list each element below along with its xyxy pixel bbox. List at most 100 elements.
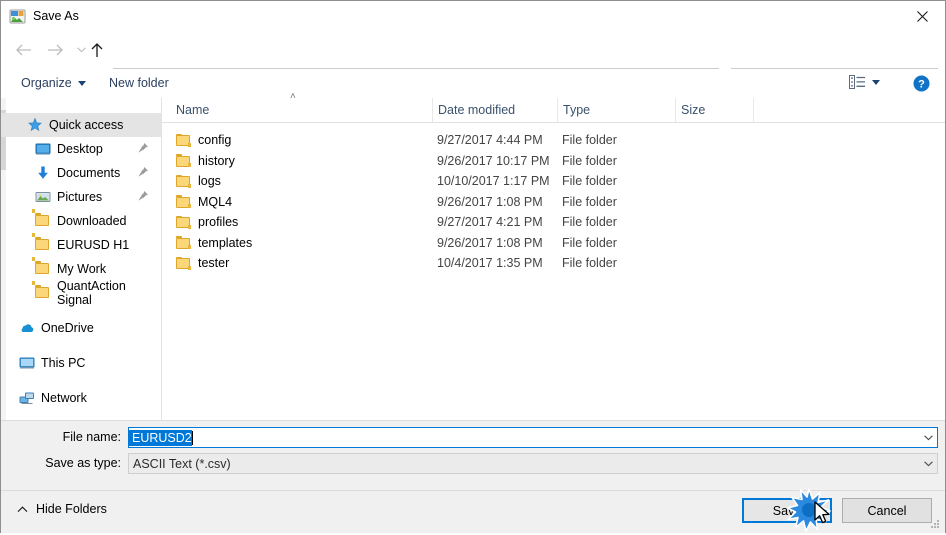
file-name-input[interactable]: EURUSD2 xyxy=(128,427,938,448)
command-toolbar: Organize New folder ? xyxy=(1,69,945,98)
column-header-date-modified[interactable]: Date modified xyxy=(432,98,557,122)
cancel-button-label: Cancel xyxy=(867,503,907,518)
table-row[interactable]: tester 10/4/2017 1:35 PM File folder xyxy=(162,253,945,274)
file-name-cell: history xyxy=(176,154,235,168)
save-as-app-icon xyxy=(9,8,26,25)
save-button[interactable]: Save xyxy=(742,498,832,523)
column-header-type[interactable]: Type xyxy=(557,98,675,122)
file-name-label: File name: xyxy=(62,430,121,444)
sidebar-item-label: OneDrive xyxy=(41,321,94,335)
type-cell: File folder xyxy=(562,256,617,271)
table-row[interactable]: templates 9/26/2017 1:08 PM File folder xyxy=(162,233,945,254)
organize-button[interactable]: Organize xyxy=(17,74,90,92)
svg-text:?: ? xyxy=(918,79,925,91)
table-row[interactable]: config 9/27/2017 4:44 PM File folder xyxy=(162,130,945,151)
navigation-bar: « Roaming › MetaQuotes › Terminal › 9155… xyxy=(1,32,945,93)
arrow-up-icon xyxy=(91,43,103,57)
date-modified-cell: 9/26/2017 1:08 PM xyxy=(437,235,543,250)
dialog-footer: Hide Folders Save Cancel xyxy=(1,490,945,533)
sidebar-item-documents[interactable]: Documents xyxy=(1,161,161,185)
sidebar-item-pictures[interactable]: Pictures xyxy=(1,185,161,209)
close-icon xyxy=(916,11,928,22)
sidebar-item-this-pc[interactable]: This PC xyxy=(1,351,161,375)
type-cell: File folder xyxy=(562,153,617,168)
file-rows-container: config 9/27/2017 4:44 PM File folder his… xyxy=(162,123,945,274)
date-modified-cell: 10/10/2017 1:17 PM xyxy=(437,174,550,189)
sidebar-item-label: QuantAction Signal xyxy=(57,279,126,307)
column-header-row: ˄ Name Date modified Type Size xyxy=(162,92,945,123)
date-modified-cell: 9/27/2017 4:21 PM xyxy=(437,215,543,230)
save-as-type-dropdown-button[interactable] xyxy=(919,454,937,473)
file-name-label: MQL4 xyxy=(198,194,233,209)
sidebar-item-desktop[interactable]: Desktop xyxy=(1,137,161,161)
file-name-dropdown-button[interactable] xyxy=(919,428,937,447)
arrow-left-icon xyxy=(15,44,31,56)
star-pin-icon xyxy=(27,117,43,133)
save-button-label: Save xyxy=(772,503,802,518)
folder-icon xyxy=(176,236,191,250)
window-title: Save As xyxy=(33,9,79,23)
sidebar-item-downloaded[interactable]: Downloaded xyxy=(1,209,161,233)
sidebar-item-label: Desktop xyxy=(57,142,103,156)
sidebar-item-onedrive[interactable]: OneDrive xyxy=(1,316,161,340)
sidebar-item-my-work[interactable]: My Work xyxy=(1,257,161,281)
column-label: Type xyxy=(563,103,591,117)
pin-icon[interactable] xyxy=(137,190,149,202)
documents-download-icon xyxy=(35,165,51,181)
hide-folders-label: Hide Folders xyxy=(36,502,107,516)
file-name-label: history xyxy=(198,153,235,168)
type-cell: File folder xyxy=(562,174,617,189)
type-cell: File folder xyxy=(562,133,617,148)
date-modified-cell: 9/27/2017 4:44 PM xyxy=(437,133,543,148)
table-row[interactable]: history 9/26/2017 10:17 PM File folder xyxy=(162,151,945,172)
new-folder-label: New folder xyxy=(109,76,169,90)
date-modified-cell: 10/4/2017 1:35 PM xyxy=(437,256,543,271)
help-button[interactable]: ? xyxy=(913,75,930,95)
file-name-cell: logs xyxy=(176,174,221,188)
folder-icon xyxy=(32,233,51,253)
cancel-button[interactable]: Cancel xyxy=(842,498,932,523)
folder-icon xyxy=(176,133,191,147)
sidebar-item-eurusd-h1[interactable]: EURUSD H1 xyxy=(1,233,161,257)
sidebar-item-quick-access[interactable]: Quick access xyxy=(1,113,161,137)
forward-button[interactable] xyxy=(41,36,69,64)
pin-icon[interactable] xyxy=(137,142,149,154)
save-as-type-select[interactable]: ASCII Text (*.csv) xyxy=(128,453,938,474)
type-cell: File folder xyxy=(562,235,617,250)
resize-grip-icon[interactable] xyxy=(931,520,940,529)
chevron-up-icon xyxy=(17,505,28,512)
sidebar-item-quantaction-signal[interactable]: QuantAction Signal xyxy=(1,279,161,307)
sidebar-item-label: EURUSD H1 xyxy=(57,238,130,252)
pin-icon[interactable] xyxy=(137,166,149,178)
table-row[interactable]: profiles 9/27/2017 4:21 PM File folder xyxy=(162,212,945,233)
file-name-cell: profiles xyxy=(176,215,238,229)
table-row[interactable]: logs 10/10/2017 1:17 PM File folder xyxy=(162,171,945,192)
folder-icon xyxy=(176,256,191,270)
column-header-name[interactable]: Name xyxy=(162,98,432,122)
hide-folders-button[interactable]: Hide Folders xyxy=(15,500,109,518)
save-as-type-value: ASCII Text (*.csv) xyxy=(133,456,231,471)
file-name-label: templates xyxy=(198,235,253,250)
column-header-size[interactable]: Size xyxy=(675,98,753,122)
file-name-cell: MQL4 xyxy=(176,195,232,209)
file-name-cell: config xyxy=(176,133,231,147)
column-label: Size xyxy=(681,103,706,117)
sidebar-item-network[interactable]: Network xyxy=(1,386,161,410)
chevron-down-icon xyxy=(923,434,933,440)
sidebar-item-label: Pictures xyxy=(57,190,103,204)
type-cell: File folder xyxy=(562,215,617,230)
back-button[interactable] xyxy=(9,36,37,64)
organize-label: Organize xyxy=(21,76,72,90)
file-name-label: profiles xyxy=(198,215,239,230)
up-one-level-button[interactable] xyxy=(83,36,111,64)
view-options-button[interactable] xyxy=(849,75,880,89)
help-icon: ? xyxy=(913,75,930,92)
close-button[interactable] xyxy=(899,1,945,32)
file-name-label: logs xyxy=(198,174,221,189)
table-row[interactable]: MQL4 9/26/2017 1:08 PM File folder xyxy=(162,192,945,213)
sidebar-item-label: Documents xyxy=(57,166,121,180)
file-name-cell: templates xyxy=(176,236,252,250)
new-folder-button[interactable]: New folder xyxy=(105,74,173,92)
this-pc-icon xyxy=(19,355,35,371)
text-caret xyxy=(191,430,193,445)
